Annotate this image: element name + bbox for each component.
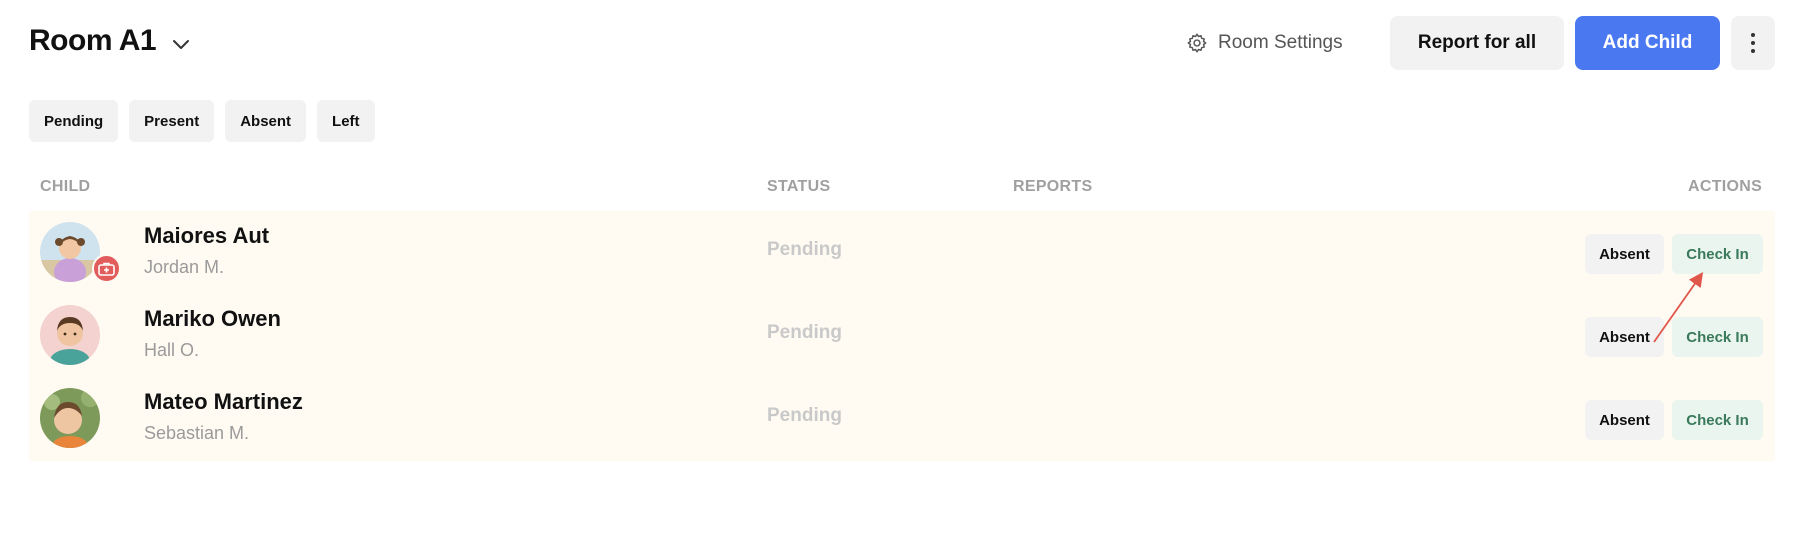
parent-name: Jordan M. [144,257,225,277]
gear-icon [1187,33,1207,53]
absent-button[interactable]: Absent [1585,400,1664,440]
table-row[interactable]: Mariko Owen Hall O. Pending Absent Check… [29,294,1775,377]
absent-button[interactable]: Absent [1585,317,1664,357]
check-in-button[interactable]: Check In [1672,317,1763,357]
room-settings-label: Room Settings [1218,32,1343,53]
chevron-down-icon[interactable] [169,32,193,56]
medical-badge [92,254,121,283]
table-row[interactable]: Maiores Aut Jordan M. Pending Absent Che… [29,211,1775,294]
room-title: Room A1 [29,24,157,57]
medical-kit-icon [98,262,115,276]
parent-name: Sebastian M. [144,423,250,443]
status-text: Pending [767,322,842,343]
check-in-button[interactable]: Check In [1672,234,1763,274]
children-table: Maiores Aut Jordan M. Pending Absent Che… [29,211,1775,461]
add-child-button[interactable]: Add Child [1575,16,1720,70]
child-name[interactable]: Mariko Owen [144,306,281,332]
table-row[interactable]: Mateo Martinez Sebastian M. Pending Abse… [29,377,1775,460]
status-filters: Pending Present Absent Left [29,100,375,142]
report-for-all-button[interactable]: Report for all [1390,16,1564,70]
child-name[interactable]: Mateo Martinez [144,389,303,415]
child-name[interactable]: Maiores Aut [144,223,269,249]
room-header: Room A1 Room Settings Report for all Add… [29,16,1775,70]
avatar [40,222,100,282]
column-header-status: STATUS [767,178,831,195]
filter-present[interactable]: Present [129,100,215,142]
status-text: Pending [767,239,842,260]
avatar [40,388,100,448]
room-settings-button[interactable]: Room Settings [1186,26,1343,60]
more-options-button[interactable] [1731,16,1775,70]
column-header-reports: REPORTS [1013,178,1093,195]
column-header-actions: ACTIONS [1688,178,1763,195]
parent-name: Hall O. [144,340,200,360]
absent-button[interactable]: Absent [1585,234,1664,274]
filter-pending[interactable]: Pending [29,100,119,142]
status-text: Pending [767,405,842,426]
avatar [40,305,100,365]
column-header-child: CHILD [40,178,91,195]
check-in-button[interactable]: Check In [1672,400,1763,440]
filter-absent[interactable]: Absent [225,100,307,142]
filter-left[interactable]: Left [317,100,375,142]
more-vertical-icon [1751,33,1755,53]
